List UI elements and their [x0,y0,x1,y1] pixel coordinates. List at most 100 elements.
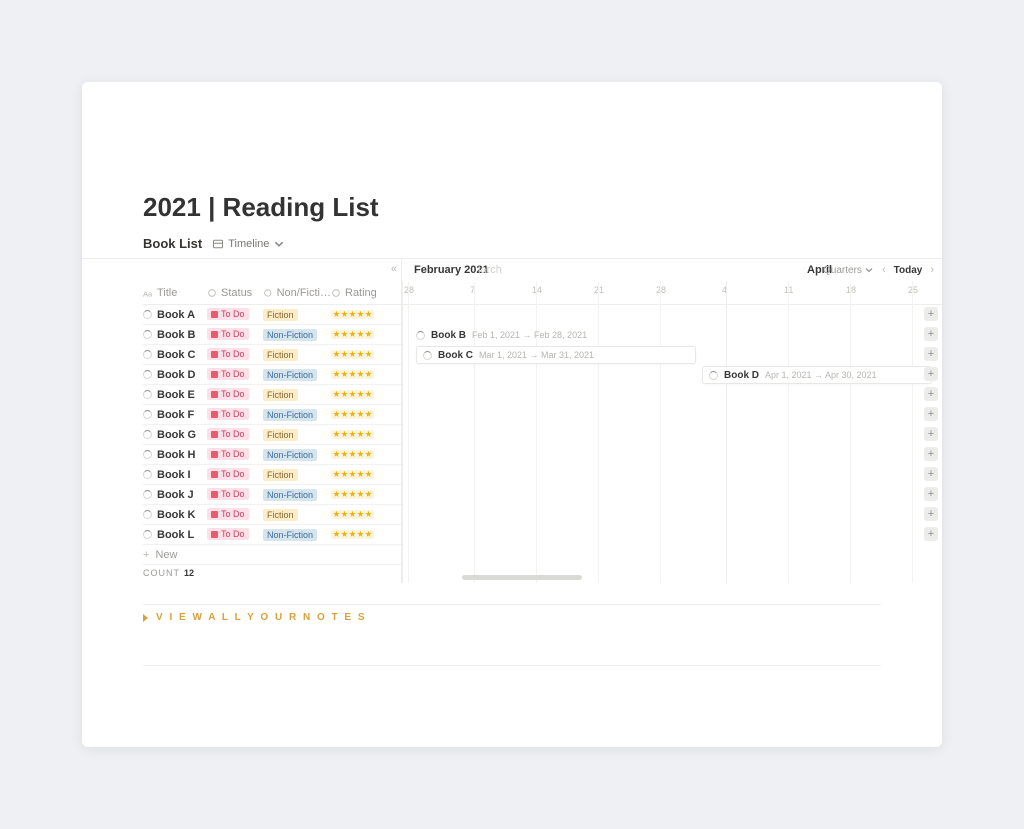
table-row[interactable]: Book ITo DoFiction [143,465,401,485]
timeline-add-button[interactable]: + [924,347,938,361]
cell-title[interactable]: Book B [143,329,207,341]
cell-genre[interactable]: Fiction [263,309,331,321]
timeline-add-button[interactable]: + [924,447,938,461]
new-row-button[interactable]: +New [143,545,401,565]
cell-status[interactable]: To Do [207,368,263,381]
cell-title[interactable]: Book F [143,409,207,421]
cell-title[interactable]: Book H [143,449,207,461]
cell-genre[interactable]: Non-Fiction [263,409,331,421]
cell-status[interactable]: To Do [207,388,263,401]
cell-rating[interactable] [331,529,391,541]
column-header-rating[interactable]: Rating [331,287,391,299]
cell-genre[interactable]: Fiction [263,509,331,521]
table-row[interactable]: Book HTo DoNon-Fiction [143,445,401,465]
cell-status[interactable]: To Do [207,328,263,341]
cell-rating[interactable] [331,349,391,361]
view-notes-toggle[interactable]: V I E W A L L Y O U R N O T E S [143,612,881,637]
cell-status[interactable]: To Do [207,488,263,501]
cell-title[interactable]: Book K [143,509,207,521]
cell-genre[interactable]: Fiction [263,389,331,401]
timeline-add-button[interactable]: + [924,367,938,381]
timeline-bar[interactable]: Book CMar 1, 2021 → Mar 31, 2021 [416,346,696,364]
cell-genre[interactable]: Non-Fiction [263,369,331,381]
scale-selector[interactable]: Quarters [823,265,874,276]
cell-status[interactable]: To Do [207,428,263,441]
timeline-next-button[interactable]: › [930,264,934,276]
cell-genre[interactable]: Non-Fiction [263,329,331,341]
page-loading-icon [143,510,152,519]
timeline-add-button[interactable]: + [924,507,938,521]
cell-status[interactable]: To Do [207,468,263,481]
timeline-gridline [726,281,727,583]
table-row[interactable]: Book ATo DoFiction [143,305,401,325]
cell-rating[interactable] [331,449,391,461]
timeline-add-button[interactable]: + [924,487,938,501]
book-icon [211,511,218,518]
rating-stars [331,330,374,339]
timeline-add-button[interactable]: + [924,387,938,401]
cell-rating[interactable] [331,509,391,521]
cell-rating[interactable] [331,329,391,341]
cell-genre[interactable]: Non-Fiction [263,489,331,501]
cell-title[interactable]: Book C [143,349,207,361]
timeline-today-button[interactable]: Today [894,265,923,276]
table-row[interactable]: Book C To DoFiction [143,345,401,365]
page-loading-icon [709,371,718,380]
database-title[interactable]: Book List [143,236,202,251]
cell-rating[interactable] [331,309,391,321]
timeline-add-button[interactable]: + [924,407,938,421]
timeline-grid[interactable]: Book BFeb 1, 2021 → Feb 28, 2021 Book CMa… [402,305,942,583]
page-loading-icon [143,350,152,359]
table-row[interactable]: Book DTo DoNon-Fiction [143,365,401,385]
cell-status[interactable]: To Do [207,408,263,421]
cell-genre[interactable]: Fiction [263,429,331,441]
table-row[interactable]: Book JTo DoNon-Fiction [143,485,401,505]
cell-title[interactable]: Book J [143,489,207,501]
cell-title[interactable]: Book A [143,309,207,321]
cell-genre[interactable]: Fiction [263,349,331,361]
table-row[interactable]: Book KTo DoFiction [143,505,401,525]
cell-title[interactable]: Book E [143,389,207,401]
table-row[interactable]: Book L To DoNon-Fiction [143,525,401,545]
table-row[interactable]: Book ETo DoFiction [143,385,401,405]
table-row[interactable]: Book GTo DoFiction [143,425,401,445]
timeline-add-button[interactable]: + [924,527,938,541]
cell-rating[interactable] [331,409,391,421]
row-title: Book C [157,349,196,361]
cell-title[interactable]: Book L [143,529,207,541]
cell-status[interactable]: To Do [207,508,263,521]
cell-title[interactable]: Book D [143,369,207,381]
timeline-add-button[interactable]: + [924,327,938,341]
column-header-title[interactable]: Aa Title [143,287,207,299]
book-icon [211,531,218,538]
cell-title[interactable]: Book G [143,429,207,441]
cell-genre[interactable]: Non-Fiction [263,449,331,461]
cell-status[interactable]: To Do [207,308,263,321]
horizontal-scrollbar[interactable] [462,575,582,580]
cell-rating[interactable] [331,469,391,481]
column-header-nonfic[interactable]: Non/Ficti… [263,287,331,299]
timeline-add-button[interactable]: + [924,427,938,441]
timeline-prev-button[interactable]: ‹ [882,264,886,276]
cell-genre[interactable]: Fiction [263,469,331,481]
cell-rating[interactable] [331,389,391,401]
timeline-add-button[interactable]: + [924,307,938,321]
timeline-bar[interactable]: Book DApr 1, 2021 → Apr 30, 2021 [702,366,932,384]
timeline-bar[interactable]: Book BFeb 1, 2021 → Feb 28, 2021 [416,326,666,344]
cell-title[interactable]: Book I [143,469,207,481]
cell-genre[interactable]: Non-Fiction [263,529,331,541]
table-row[interactable]: Book FTo DoNon-Fiction [143,405,401,425]
view-selector[interactable]: Timeline [212,238,285,250]
timeline-add-button[interactable]: + [924,467,938,481]
row-title: Book L [157,529,194,541]
cell-status[interactable]: To Do [207,348,263,361]
cell-rating[interactable] [331,489,391,501]
cell-rating[interactable] [331,369,391,381]
column-header-status[interactable]: Status [207,287,263,299]
page-loading-icon [143,310,152,319]
cell-rating[interactable] [331,429,391,441]
table-row[interactable]: Book BTo DoNon-Fiction [143,325,401,345]
cell-status[interactable]: To Do [207,528,263,541]
cell-status[interactable]: To Do [207,448,263,461]
collapse-table-button[interactable]: « [391,263,397,275]
